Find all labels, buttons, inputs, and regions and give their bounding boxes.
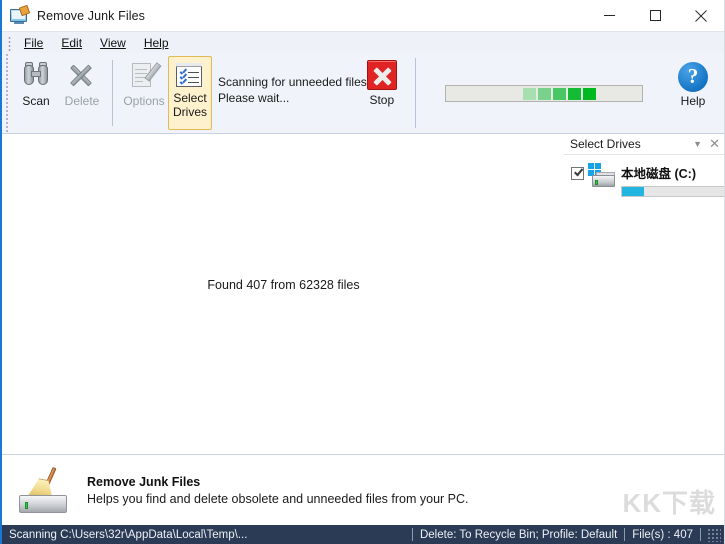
- progress-blocks: [522, 87, 596, 100]
- status-divider-3: [700, 528, 701, 541]
- close-button[interactable]: [678, 0, 724, 31]
- drive-list-item[interactable]: 本地磁盘 (C:): [564, 155, 724, 197]
- scan-status-message: Scanning for unneeded files Please wait.…: [212, 53, 367, 133]
- menu-item-help-label: Help: [143, 35, 169, 50]
- select-drives-panel-title: Select Drives: [570, 137, 641, 151]
- help-button[interactable]: ? Help: [662, 53, 724, 133]
- select-drives-button[interactable]: Select Drives: [168, 56, 212, 130]
- maximize-button[interactable]: [632, 0, 678, 31]
- watermark: KK下载: [622, 488, 716, 518]
- toolbar-separator-1: [112, 60, 113, 126]
- window-title: Remove Junk Files: [37, 8, 145, 23]
- scan-progress-area: [426, 53, 662, 133]
- status-file-count: File(s) : 407: [632, 528, 693, 541]
- scan-progress-bar: [444, 84, 643, 102]
- menu-item-file-label: File: [24, 35, 44, 50]
- menu-item-view-label: View: [100, 35, 126, 50]
- info-panel-title: Remove Junk Files: [87, 474, 201, 489]
- menu-item-edit[interactable]: Edit: [52, 34, 91, 52]
- application-window: Remove Junk Files File Edit View Help Sc…: [0, 0, 725, 544]
- options-pencil-icon: [129, 61, 162, 91]
- scan-status-line-2: Please wait...: [218, 91, 290, 105]
- drive-checkbox[interactable]: [571, 167, 584, 180]
- app-screen-brush-icon: [10, 4, 31, 24]
- scan-status-line-1: Scanning for unneeded files: [218, 75, 367, 89]
- checklist-icon: [175, 62, 205, 88]
- delete-button-label: Delete: [64, 94, 100, 108]
- broom-disk-icon: [19, 466, 75, 513]
- select-drives-panel: Select Drives ▼ ✕ 本地磁盘 (C:): [564, 134, 724, 454]
- delete-button[interactable]: Delete: [59, 53, 105, 133]
- minimize-button[interactable]: [586, 0, 632, 31]
- results-pane[interactable]: Found 407 from 62328 files: [2, 134, 566, 454]
- help-button-label: Help: [680, 94, 706, 108]
- title-bar: Remove Junk Files: [2, 0, 724, 31]
- toolbar-separator-2: [414, 58, 416, 128]
- menu-grip-handle[interactable]: [6, 34, 13, 51]
- binoculars-icon: [21, 61, 51, 91]
- select-drives-button-label-line1: Select: [173, 91, 207, 105]
- chevron-down-icon[interactable]: ▼: [693, 139, 702, 149]
- close-icon[interactable]: ✕: [709, 137, 720, 150]
- resize-grip[interactable]: [707, 527, 721, 542]
- status-bar: Scanning C:\Users\32r\AppData\Local\Temp…: [2, 525, 724, 544]
- menu-item-help[interactable]: Help: [135, 34, 178, 52]
- drive-usage-bar: [621, 186, 724, 197]
- status-scanning-path: Scanning C:\Users\32r\AppData\Local\Temp…: [9, 528, 248, 541]
- main-content: Found 407 from 62328 files Select Drives…: [2, 134, 724, 454]
- stop-button-label: Stop: [369, 93, 395, 107]
- info-panel-description: Helps you find and delete obsolete and u…: [87, 491, 469, 506]
- select-drives-button-label-line2: Drives: [172, 105, 207, 119]
- hard-drive-windows-icon: [588, 163, 616, 189]
- status-delete-profile: Delete: To Recycle Bin; Profile: Default: [419, 528, 618, 541]
- help-question-icon: ?: [678, 62, 708, 92]
- stop-button[interactable]: Stop: [366, 53, 397, 133]
- menu-item-edit-label: Edit: [61, 35, 83, 50]
- window-controls: [586, 0, 724, 31]
- info-panel: Remove Junk Files Helps you find and del…: [2, 454, 724, 525]
- drive-label: 本地磁盘 (C:): [621, 167, 696, 181]
- menu-item-view[interactable]: View: [91, 34, 135, 52]
- found-files-text: Found 407 from 62328 files: [207, 278, 360, 292]
- select-drives-panel-header: Select Drives ▼ ✕: [564, 134, 724, 155]
- scan-button[interactable]: Scan: [13, 53, 59, 133]
- stop-x-icon: [366, 60, 397, 90]
- scan-button-label: Scan: [22, 94, 50, 108]
- toolbar: Scan Delete Options Select Drives Scanni…: [2, 53, 724, 134]
- menu-item-file[interactable]: File: [15, 34, 52, 52]
- options-button[interactable]: Options: [120, 53, 168, 133]
- toolbar-grip-handle[interactable]: [2, 53, 11, 133]
- menu-bar: File Edit View Help: [2, 31, 724, 53]
- options-button-label: Options: [123, 94, 165, 108]
- delete-x-icon: [67, 61, 97, 91]
